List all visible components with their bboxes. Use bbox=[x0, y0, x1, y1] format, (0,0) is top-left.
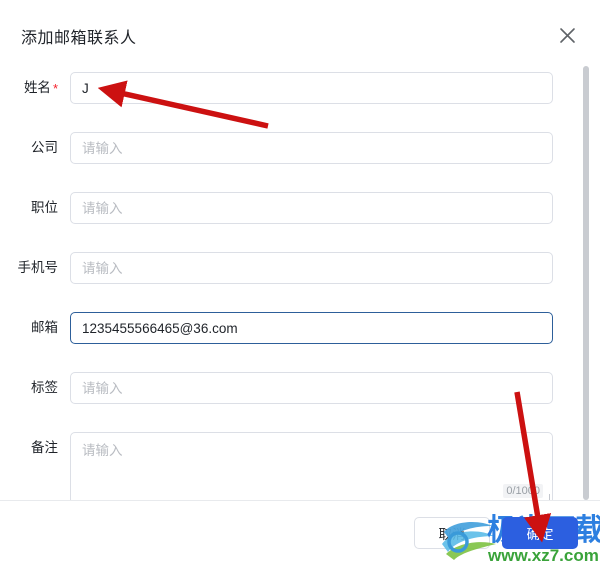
email-input[interactable] bbox=[70, 312, 553, 344]
form-row-remark: 备注 0/1000 bbox=[0, 432, 600, 500]
footer-actions: 取消 确定 bbox=[414, 517, 578, 549]
field-control-company bbox=[70, 132, 600, 164]
form-row-name: 姓名 * bbox=[0, 72, 600, 104]
remark-textarea-wrap: 0/1000 bbox=[70, 432, 553, 500]
close-icon[interactable] bbox=[554, 22, 580, 48]
remark-textarea[interactable] bbox=[70, 432, 553, 500]
remark-char-counter: 0/1000 bbox=[503, 484, 543, 498]
field-control-email bbox=[70, 312, 600, 344]
field-label-mobile: 手机号 bbox=[17, 260, 59, 275]
field-label-email: 邮箱 bbox=[31, 320, 58, 335]
tag-input[interactable] bbox=[70, 372, 553, 404]
company-input[interactable] bbox=[70, 132, 553, 164]
form-row-position: 职位 bbox=[0, 192, 600, 224]
field-control-name bbox=[70, 72, 600, 104]
dialog-footer: 取消 确定 bbox=[0, 500, 600, 576]
dialog-title: 添加邮箱联系人 bbox=[21, 30, 137, 47]
mobile-input[interactable] bbox=[70, 252, 553, 284]
position-input[interactable] bbox=[70, 192, 553, 224]
confirm-button[interactable]: 确定 bbox=[502, 517, 578, 549]
dialog-scrollbar-thumb[interactable] bbox=[583, 66, 589, 500]
field-control-position bbox=[70, 192, 600, 224]
field-control-mobile bbox=[70, 252, 600, 284]
cancel-button[interactable]: 取消 bbox=[414, 517, 490, 549]
field-label-name: 姓名 * bbox=[0, 72, 70, 104]
field-label-remark: 备注 bbox=[31, 440, 58, 455]
field-label-position: 职位 bbox=[31, 200, 58, 215]
form-row-email: 邮箱 bbox=[0, 312, 600, 344]
field-control-tag bbox=[70, 372, 600, 404]
field-control-remark: 0/1000 bbox=[70, 432, 600, 500]
dialog-scrollbar[interactable] bbox=[583, 66, 589, 500]
form-row-tag: 标签 bbox=[0, 372, 600, 404]
field-label-company: 公司 bbox=[31, 140, 58, 155]
add-email-contact-dialog: 添加邮箱联系人 姓名* 公司 职位 bbox=[0, 0, 600, 576]
name-input[interactable] bbox=[70, 72, 553, 104]
form-row-company: 公司 bbox=[0, 132, 600, 164]
dialog-header: 添加邮箱联系人 bbox=[0, 0, 600, 62]
field-label-name-text: 姓名 bbox=[23, 80, 51, 95]
form-row-mobile: 手机号 bbox=[0, 252, 600, 284]
field-label-tag: 标签 bbox=[31, 380, 58, 395]
form-body: 姓名* 公司 职位 手机号 bbox=[0, 62, 600, 500]
required-asterisk-name: * bbox=[52, 81, 58, 96]
